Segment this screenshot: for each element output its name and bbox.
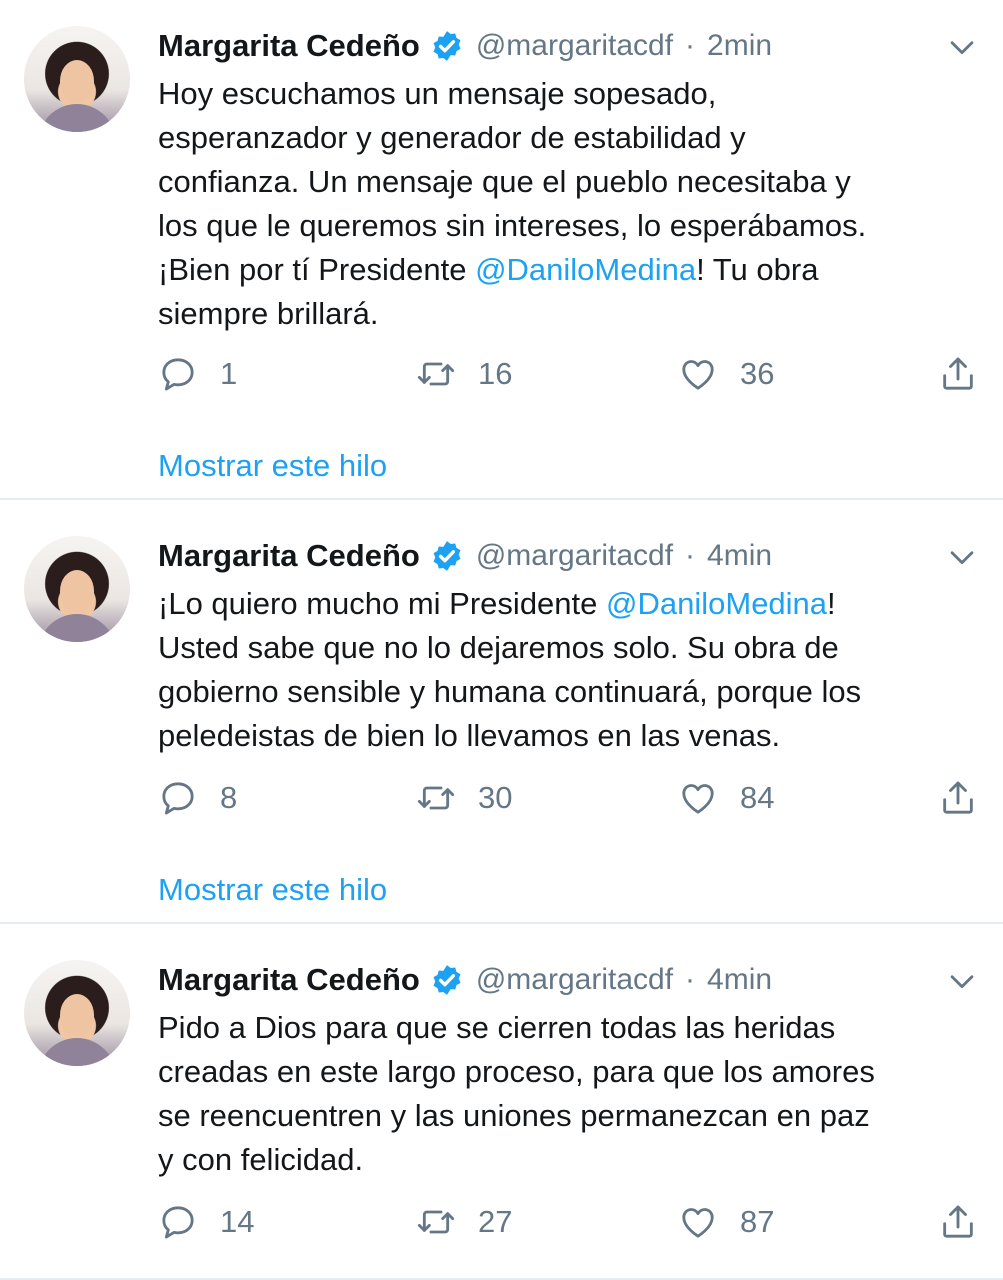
share-icon [943,1205,973,1238]
author-name[interactable]: Margarita Cedeño [158,28,420,64]
avatar-shoulders [38,1038,116,1066]
tweet-header: Margarita Cedeño @margaritacdf · 4min [158,960,979,1000]
avatar[interactable] [24,26,130,132]
show-thread-link[interactable]: Mostrar este hilo [158,872,387,908]
avatar[interactable] [24,536,130,642]
share-button[interactable] [938,354,978,394]
author-handle[interactable]: @margaritacdf [476,539,673,573]
reply-count: 14 [220,1204,255,1239]
mention-link[interactable]: @DaniloMedina [475,252,696,287]
avatar-shoulders [38,104,116,132]
separator-dot: · [685,29,696,62]
author-handle[interactable]: @margaritacdf [476,963,673,997]
retweet-button[interactable]: 27 [416,1202,512,1242]
reply-icon [162,358,194,391]
share-button[interactable] [938,1202,978,1242]
share-icon [943,357,973,390]
separator-dot: · [685,539,696,572]
share-button[interactable] [938,778,978,818]
tweet-actions: 1 16 36 [158,354,983,398]
tweet-time[interactable]: 4min [707,963,772,997]
show-thread-link[interactable]: Mostrar este hilo [158,448,387,484]
tweet-text: ¡Lo quiero mucho mi Presidente @DaniloMe… [158,582,973,758]
reply-button[interactable]: 14 [158,1202,254,1242]
retweet-count: 16 [478,356,513,391]
tweet-text-start: Pido a Dios para que se cierren todas la… [158,1010,875,1177]
tweet-text-start: ¡Lo quiero mucho mi Presidente [158,586,607,621]
retweet-button[interactable]: 30 [416,778,512,818]
chevron-down-icon[interactable] [945,964,979,998]
share-icon [943,781,973,814]
heart-icon [682,360,714,390]
verified-badge-icon [433,541,461,571]
avatar[interactable] [24,960,130,1066]
heart-icon [682,784,714,814]
tweet[interactable]: Margarita Cedeño @margaritacdf · 4min Pi… [0,924,1003,1280]
reply-count: 8 [220,780,238,815]
tweet-actions: 8 30 84 [158,778,983,822]
like-count: 87 [740,1204,775,1239]
reply-button[interactable]: 8 [158,778,237,818]
tweet-time[interactable]: 4min [707,539,772,573]
reply-button[interactable]: 1 [158,354,237,394]
like-count: 84 [740,780,775,815]
verified-badge-icon [433,965,461,995]
reply-count: 1 [220,356,238,391]
retweet-icon [417,786,455,810]
like-count: 36 [740,356,775,391]
separator-dot: · [685,963,696,996]
tweet-actions: 14 27 87 [158,1202,983,1246]
reply-icon [162,1206,194,1239]
retweet-count: 27 [478,1204,513,1239]
like-button[interactable]: 87 [678,1202,774,1242]
avatar-shoulders [38,614,116,642]
tweet-text: Pido a Dios para que se cierren todas la… [158,1006,973,1182]
avatar-face [60,570,94,612]
retweet-icon [417,362,455,386]
retweet-icon [417,1210,455,1234]
tweet-time[interactable]: 2min [707,29,772,63]
retweet-count: 30 [478,780,513,815]
like-button[interactable]: 84 [678,778,774,818]
tweet[interactable]: Margarita Cedeño @margaritacdf · 2min Ho… [0,0,1003,500]
chevron-down-icon[interactable] [945,30,979,64]
tweet-header: Margarita Cedeño @margaritacdf · 4min [158,536,979,576]
tweet-text: Hoy escuchamos un mensaje sopesado, espe… [158,72,973,336]
tweet-header: Margarita Cedeño @margaritacdf · 2min [158,26,979,66]
avatar-face [60,60,94,102]
chevron-down-icon[interactable] [945,540,979,574]
avatar-face [60,994,94,1036]
heart-icon [682,1208,714,1238]
author-handle[interactable]: @margaritacdf [476,29,673,63]
mention-link[interactable]: @DaniloMedina [606,586,827,621]
author-name[interactable]: Margarita Cedeño [158,962,420,998]
retweet-button[interactable]: 16 [416,354,512,394]
author-name[interactable]: Margarita Cedeño [158,538,420,574]
verified-badge-icon [433,31,461,61]
like-button[interactable]: 36 [678,354,774,394]
reply-icon [162,782,194,815]
tweet[interactable]: Margarita Cedeño @margaritacdf · 4min ¡L… [0,500,1003,924]
